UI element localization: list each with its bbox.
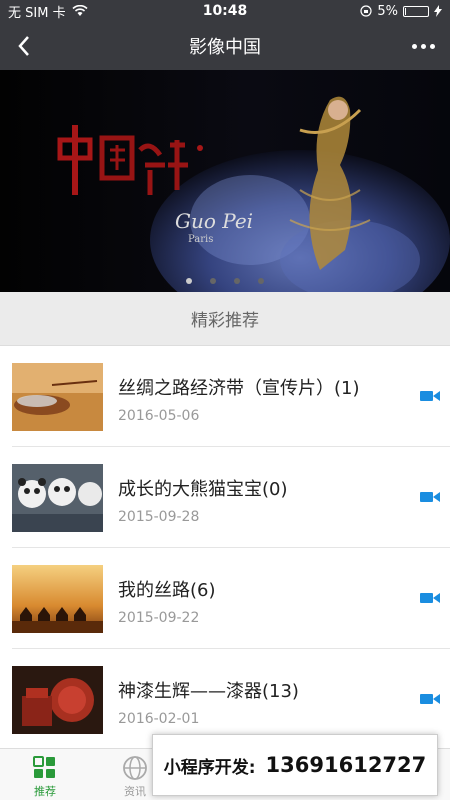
more-button[interactable] [410,34,436,58]
thumbnail-panda [12,463,103,532]
carousel-dot[interactable] [234,278,240,284]
carousel-dot[interactable] [258,278,264,284]
status-left: 无 SIM 卡 [8,2,88,21]
video-list: 丝绸之路经济带（宣传片）(1) 2016-05-06 成长的大熊猫宝宝(0) 2… [0,346,450,750]
battery-percent: 5% [377,3,398,19]
video-camera-icon [420,492,440,502]
section-title: 精彩推荐 [0,292,450,346]
tab-recommend[interactable]: 推荐 [0,749,90,800]
item-title: 丝绸之路经济带（宣传片）(1) [118,378,360,399]
svg-text:Guo Pei: Guo Pei [175,209,253,233]
list-item[interactable]: 成长的大熊猫宝宝(0) 2015-09-28 [0,447,450,548]
orientation-lock-icon [360,5,372,17]
grid-icon [33,756,55,778]
carrier-text: 无 SIM 卡 [8,5,66,21]
wifi-icon [72,5,88,16]
banner-carousel[interactable]: Guo Pei Paris [0,70,450,292]
status-right: 5% [360,4,442,19]
carousel-dot[interactable] [186,278,192,284]
promo-banner[interactable]: 小程序开发: 13691612727 [152,734,438,796]
thumbnail-silk-road [12,362,103,431]
status-bar: 无 SIM 卡 10:48 5% [0,0,450,22]
tab-label: 推荐 [34,785,56,798]
video-camera-icon [420,391,440,401]
more-dots-icon [411,43,417,49]
item-date: 2015-09-22 [118,610,200,626]
carousel-dots [0,278,450,284]
thumbnail-my-silk-road [12,564,103,633]
video-camera-icon [420,593,440,603]
item-date: 2016-02-01 [118,711,200,727]
svg-text:Paris: Paris [188,234,213,245]
promo-phone: 13691612727 [265,753,427,777]
tab-label: 资讯 [124,785,146,798]
item-title: 我的丝路(6) [118,580,216,601]
battery-icon [403,5,429,17]
list-item[interactable]: 丝绸之路经济带（宣传片）(1) 2016-05-06 [0,346,450,447]
more-dot [429,43,435,49]
globe-icon [123,756,147,780]
back-button[interactable] [10,32,38,60]
more-dot [420,43,426,49]
item-title: 成长的大熊猫宝宝(0) [118,479,288,500]
list-item[interactable]: 我的丝路(6) 2015-09-22 [0,548,450,649]
item-date: 2016-05-06 [118,408,200,424]
page-title: 影像中国 [189,37,261,58]
carousel-dot[interactable] [210,278,216,284]
nav-bar: 影像中国 [0,22,450,70]
video-camera-icon [420,694,440,704]
banner-image: Guo Pei Paris [0,70,450,292]
chevron-left-icon [18,36,29,56]
battery-fill [405,7,406,15]
item-title: 神漆生辉——漆器(13) [118,681,299,702]
promo-label: 小程序开发: [163,757,256,778]
thumbnail-lacquerware [12,665,103,734]
charging-icon [434,5,442,17]
item-date: 2015-09-28 [118,509,200,525]
